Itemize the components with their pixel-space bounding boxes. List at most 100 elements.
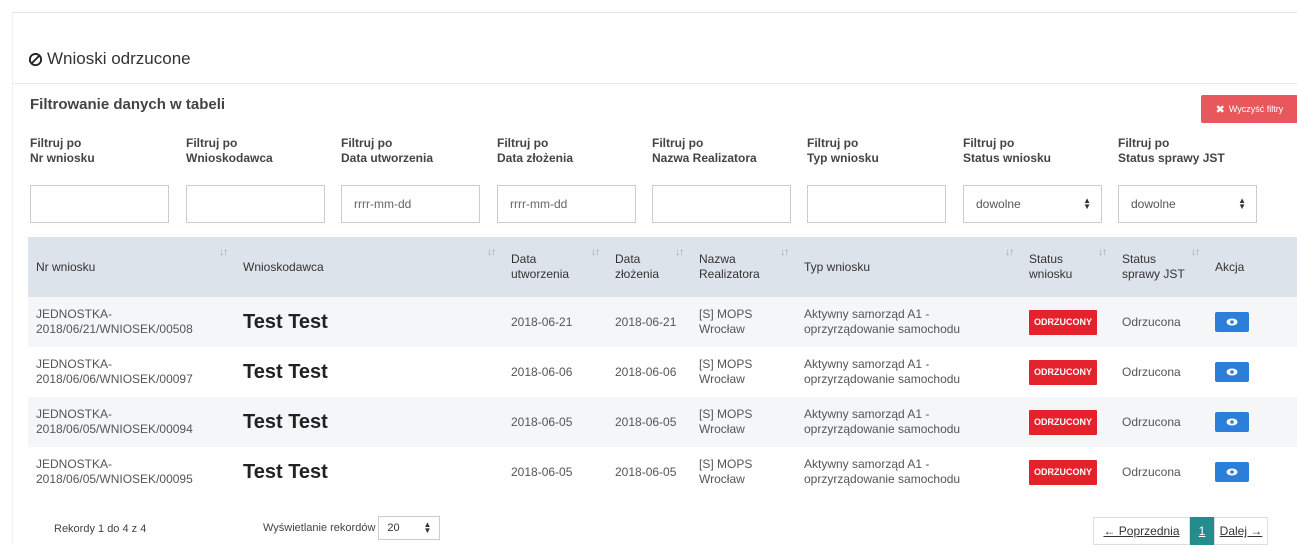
- cell-typ: Aktywny samorząd A1 - oprzyrządowanie sam…: [804, 357, 961, 386]
- page-1-button[interactable]: 1: [1190, 517, 1214, 545]
- cell-data-zlozenia: 2018-06-05: [607, 397, 691, 447]
- eye-icon: [1226, 318, 1238, 326]
- rejected-applications-panel: Wnioski odrzucone Filtrowanie danych w t…: [12, 12, 1297, 545]
- col-header-typ[interactable]: Typ wniosku ↓↑: [796, 237, 1021, 297]
- cell-jst: Odrzucona: [1114, 397, 1207, 447]
- filter-label: Filtruj po Data utworzenia: [341, 136, 434, 165]
- cell-data-utworzenia: 2018-06-05: [503, 397, 607, 447]
- select-value: 20: [387, 522, 400, 534]
- cell-nr: JEDNOSTKA- 2018/06/05/WNIOSEK/00094: [28, 397, 235, 447]
- next-page-button[interactable]: Dalej →: [1214, 517, 1268, 545]
- table-header-row: Nr wniosku ↓↑ Wnioskodawca ↓↑ Data utworzen…: [28, 237, 1297, 297]
- cell-data-utworzenia: 2018-06-06: [511, 364, 573, 379]
- select-value: dowolne: [1131, 197, 1176, 211]
- filter-typ-wniosku: Filtruj po Typ wniosku: [807, 136, 947, 223]
- view-button[interactable]: [1215, 462, 1249, 482]
- status-badge: ODRZUCONY: [1029, 309, 1097, 335]
- view-button[interactable]: [1215, 412, 1249, 432]
- view-button[interactable]: [1215, 362, 1249, 382]
- filter-nazwa-realizatora-input[interactable]: [652, 185, 791, 223]
- sort-icon: ↓↑: [1191, 247, 1200, 258]
- cell-realizator: [S] MOPS Wrocław: [699, 457, 753, 486]
- cell-typ: Aktywny samorząd A1 - oprzyrządowanie sam…: [804, 457, 961, 486]
- col-header-data-zlozenia[interactable]: Data złożenia ↓↑: [607, 237, 691, 297]
- filter-nr-wniosku-input[interactable]: [30, 185, 169, 223]
- cell-typ: Aktywny samorząd A1 - oprzyrządowanie sam…: [796, 397, 1021, 447]
- col-header-realizator[interactable]: Nazwa Realizatora ↓↑: [691, 237, 796, 297]
- table-row: JEDNOSTKA- 2018/06/05/WNIOSEK/00095 Test …: [28, 447, 1297, 497]
- eye-icon: [1226, 468, 1238, 476]
- cell-wnioskodawca: Test Test: [235, 297, 503, 347]
- filter-typ-wniosku-input[interactable]: [807, 185, 946, 223]
- cell-nr: JEDNOSTKA- 2018/06/21/WNIOSEK/00508: [28, 297, 235, 347]
- cell-data-zlozenia: 2018-06-21: [607, 297, 691, 347]
- col-header-wnioskodawca[interactable]: Wnioskodawca ↓↑: [235, 237, 503, 297]
- clear-filters-label: Wyczyść filtry: [1228, 104, 1284, 114]
- clear-filters-button[interactable]: ✖ Wyczyść filtry: [1201, 95, 1297, 123]
- sort-icon: ↓↑: [487, 247, 496, 258]
- eye-icon: [1226, 418, 1238, 426]
- cell-typ: Aktywny samorząd A1 - oprzyrządowanie sam…: [796, 297, 1021, 347]
- cell-status: ODRZUCONY: [1021, 447, 1114, 497]
- cell-data-zlozenia: 2018-06-05: [615, 464, 677, 479]
- ban-icon: [28, 52, 43, 66]
- filter-status-wniosku-select[interactable]: dowolne ▲ ▼: [963, 185, 1102, 223]
- cell-jst: Odrzucona: [1122, 464, 1181, 479]
- filter-data-utworzenia-input[interactable]: rrrr-mm-dd: [341, 185, 480, 223]
- cell-data-utworzenia: 2018-06-21: [503, 297, 607, 347]
- filter-status-wniosku: Filtruj po Status wniosku dowolne ▲ ▼: [963, 136, 1103, 223]
- cell-data-utworzenia: 2018-06-05: [511, 464, 573, 479]
- col-header-jst[interactable]: Status sprawy JST ↓↑: [1114, 237, 1207, 297]
- filter-label: Filtruj po Nr wniosku: [30, 136, 95, 165]
- status-badge: ODRZUCONY: [1029, 409, 1097, 435]
- pagination: ← Poprzednia 1 Dalej →: [1093, 517, 1268, 545]
- per-page-label: Wyświetlanie rekordów: [263, 522, 376, 534]
- filter-data-zlozenia-input[interactable]: rrrr-mm-dd: [497, 185, 636, 223]
- filter-label: Filtruj po Wnioskodawca: [186, 136, 273, 165]
- filter-label: Filtruj po Typ wniosku: [807, 136, 879, 165]
- col-header-data-utworzenia[interactable]: Data utworzenia ↓↑: [503, 237, 607, 297]
- table-row: JEDNOSTKA- 2018/06/21/WNIOSEK/00508 Test …: [28, 297, 1297, 347]
- sort-icon: ↓↑: [1098, 247, 1107, 258]
- cell-wnioskodawca: Test Test: [243, 460, 328, 483]
- select-arrows-icon: ▲ ▼: [423, 520, 432, 535]
- sort-icon: ↓↑: [219, 247, 228, 258]
- cell-realizator: [S] MOPS Wrocław: [699, 357, 753, 386]
- eye-icon: [1226, 368, 1238, 376]
- filter-label: Filtruj po Status sprawy JST: [1118, 136, 1225, 165]
- select-arrows-icon: ▲ ▼: [1238, 196, 1246, 211]
- col-header-nr[interactable]: Nr wniosku ↓↑: [28, 237, 235, 297]
- select-value: dowolne: [976, 197, 1021, 211]
- cell-jst: Odrzucona: [1114, 297, 1207, 347]
- filter-status-sprawy-jst-select[interactable]: dowolne ▲ ▼: [1118, 185, 1257, 223]
- filter-data-utworzenia: Filtruj po Data utworzenia rrrr-mm-dd: [341, 136, 481, 223]
- cell-realizator: [S] MOPS Wrocław: [691, 397, 796, 447]
- divider: [13, 83, 1297, 84]
- sort-icon: ↓↑: [1005, 247, 1014, 258]
- cell-nr: JEDNOSTKA- 2018/06/06/WNIOSEK/00097: [36, 357, 193, 386]
- cell-data-zlozenia: 2018-06-06: [615, 364, 677, 379]
- table-row: JEDNOSTKA- 2018/06/05/WNIOSEK/00094 Test …: [28, 397, 1297, 447]
- cell-wnioskodawca: Test Test: [243, 360, 328, 383]
- view-button[interactable]: [1215, 312, 1249, 332]
- records-info: Rekordy 1 do 4 z 4: [54, 523, 147, 535]
- filter-nazwa-realizatora: Filtruj po Nazwa Realizatora: [652, 136, 792, 223]
- prev-page-button[interactable]: ← Poprzednia: [1093, 517, 1190, 545]
- sort-icon: ↓↑: [591, 247, 600, 258]
- cell-akcja: [1207, 447, 1297, 497]
- per-page-select[interactable]: 20 ▲ ▼: [378, 516, 441, 540]
- cell-akcja: [1207, 297, 1297, 347]
- cell-akcja: [1207, 397, 1297, 447]
- col-header-status[interactable]: Status wniosku ↓↑: [1021, 237, 1114, 297]
- cell-akcja: [1207, 347, 1297, 397]
- select-arrows-icon: ▲ ▼: [1083, 196, 1091, 211]
- page-title: Wnioski odrzucone: [28, 49, 191, 69]
- cell-jst: Odrzucona: [1122, 364, 1181, 379]
- status-badge: ODRZUCONY: [1029, 459, 1097, 485]
- filter-nr-wniosku: Filtruj po Nr wniosku: [30, 136, 170, 223]
- cell-wnioskodawca: Test Test: [235, 397, 503, 447]
- filter-label: Filtruj po Nazwa Realizatora: [652, 136, 757, 165]
- per-page-control: Wyświetlanie rekordów 20 ▲ ▼: [263, 516, 441, 540]
- filter-wnioskodawca-input[interactable]: [186, 185, 325, 223]
- filter-heading: Filtrowanie danych w tabeli: [30, 96, 226, 113]
